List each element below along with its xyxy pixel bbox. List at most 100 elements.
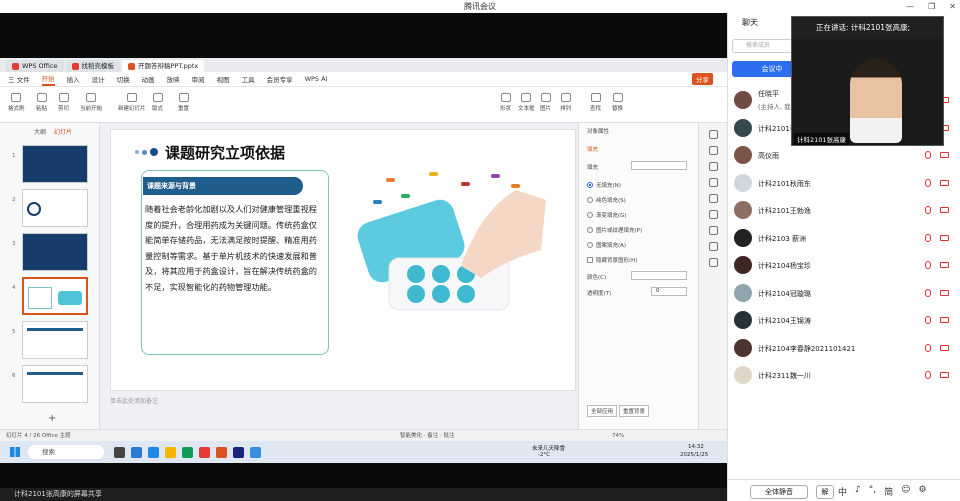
- premiere-icon[interactable]: [233, 446, 244, 458]
- camera-off-icon[interactable]: [940, 317, 949, 323]
- start-from-current-button[interactable]: 当前开始: [80, 93, 102, 112]
- mic-muted-icon[interactable]: [925, 151, 931, 159]
- camera-off-icon[interactable]: [940, 262, 949, 268]
- camera-off-icon[interactable]: [940, 234, 949, 241]
- member-row[interactable]: 计科2104王锦涛: [732, 307, 957, 331]
- format-painter-button[interactable]: 格式刷: [8, 93, 25, 112]
- camera-off-icon[interactable]: [940, 152, 949, 158]
- replace-button[interactable]: 替换: [612, 93, 623, 112]
- mic-muted-icon[interactable]: [925, 233, 931, 242]
- slide-thumb-2[interactable]: [22, 189, 88, 227]
- tab-templates[interactable]: 找稻壳模板: [65, 60, 121, 72]
- option-gradient-fill[interactable]: 渐变填充(G): [587, 211, 627, 219]
- slide-body-text[interactable]: 随着社会老龄化加剧以及人们对健康管理重视程度的提升，合理用药成为关键问题。传统药…: [145, 202, 325, 295]
- ime-voice[interactable]: ♪: [855, 485, 861, 498]
- link-icon[interactable]: [708, 210, 718, 219]
- ime-settings[interactable]: ⚙: [919, 485, 927, 498]
- slide-thumb-4[interactable]: [22, 277, 88, 315]
- mic-muted-icon[interactable]: [925, 206, 931, 214]
- pill-box-image[interactable]: [341, 170, 551, 340]
- layers-icon[interactable]: [708, 194, 718, 203]
- option-pattern-fill[interactable]: 图案填充(A): [587, 241, 626, 249]
- member-row[interactable]: 计科2104杨宝珍: [732, 252, 957, 276]
- taskbar-search[interactable]: 搜索: [28, 445, 104, 459]
- ime-punct[interactable]: °,: [869, 485, 876, 498]
- mic-muted-icon[interactable]: [925, 261, 931, 269]
- mic-muted-icon[interactable]: [925, 371, 931, 379]
- option-hide-background[interactable]: 隐藏背景图形(H): [587, 256, 637, 264]
- table-icon[interactable]: [708, 226, 718, 235]
- edge-icon[interactable]: [131, 446, 142, 458]
- menu-slideshow[interactable]: 放映: [167, 74, 180, 84]
- section-heading[interactable]: 课题来源与背景: [143, 177, 303, 195]
- tab-slides[interactable]: 幻灯片: [54, 127, 72, 136]
- all-mute-button[interactable]: 全体静音: [750, 485, 808, 499]
- cut-button[interactable]: 剪切: [58, 93, 69, 112]
- notes-placeholder[interactable]: 单击此处添加备注: [110, 396, 158, 405]
- camera-off-icon[interactable]: [940, 207, 949, 213]
- add-slide-button[interactable]: +: [48, 413, 56, 424]
- reset-background-button[interactable]: 重置背景: [619, 405, 650, 417]
- fill-select[interactable]: [631, 161, 687, 170]
- menu-home[interactable]: 开始: [41, 73, 55, 86]
- camera-off-icon[interactable]: [940, 289, 949, 296]
- member-row[interactable]: 计科2104冠璇璐: [732, 280, 957, 304]
- member-row[interactable]: 计科2101秋雨东: [732, 170, 957, 194]
- menu-transition[interactable]: 切换: [117, 74, 130, 84]
- wps-taskbar-icon[interactable]: [216, 446, 227, 458]
- slide-thumb-1[interactable]: [22, 145, 88, 183]
- tencent-meeting-icon[interactable]: [250, 446, 261, 458]
- share-button[interactable]: 分享: [692, 73, 713, 85]
- color-select[interactable]: [631, 271, 687, 280]
- picture-button[interactable]: 图片: [540, 93, 551, 112]
- help-icon[interactable]: [708, 258, 718, 267]
- transparency-input[interactable]: 0: [651, 287, 687, 296]
- camera-off-icon[interactable]: [940, 179, 949, 186]
- wechat-icon[interactable]: [182, 446, 193, 458]
- member-row[interactable]: 计科2104李春静2021101421: [732, 335, 957, 359]
- menu-animation[interactable]: 动画: [142, 74, 155, 84]
- slide-canvas[interactable]: 课题研究立项依据 课题来源与背景 随着社会老龄化加剧以及人们对健康管理重视程度的…: [100, 123, 586, 429]
- menu-tools[interactable]: 工具: [242, 74, 255, 84]
- member-row[interactable]: 计科2311魏一川: [732, 362, 957, 386]
- slide-thumb-3[interactable]: [22, 233, 88, 271]
- menu-review[interactable]: 审阅: [192, 74, 205, 84]
- ime-chinese[interactable]: 中: [838, 485, 847, 498]
- menu-insert[interactable]: 插入: [67, 74, 80, 84]
- new-slide-button[interactable]: 新建幻灯片: [118, 93, 146, 112]
- ime-simplified[interactable]: 简: [884, 485, 893, 498]
- close-button[interactable]: ✕: [949, 0, 956, 13]
- menu-wps-ai[interactable]: WPS AI: [305, 75, 328, 83]
- tab-wps-office[interactable]: WPS Office: [6, 60, 64, 72]
- find-button[interactable]: 查找: [590, 93, 601, 112]
- option-no-fill[interactable]: 无填充(N): [587, 181, 621, 189]
- option-picture-fill[interactable]: 图片或纹理填充(P): [587, 226, 642, 234]
- member-row[interactable]: 计科2101王勃逸: [732, 197, 957, 221]
- tab-outline[interactable]: 大纲: [34, 127, 46, 136]
- animation-icon[interactable]: [708, 162, 718, 171]
- style-icon[interactable]: [708, 146, 718, 155]
- mic-muted-icon[interactable]: [925, 178, 931, 187]
- slide-title[interactable]: 课题研究立项依据: [165, 142, 285, 163]
- textbox-button[interactable]: 文本框: [518, 93, 535, 112]
- menu-file[interactable]: 三 文件: [8, 74, 30, 84]
- folder-icon[interactable]: [165, 446, 176, 458]
- tab-fill[interactable]: 填充: [587, 145, 598, 153]
- menu-member[interactable]: 会员专享: [267, 74, 293, 84]
- crop-icon[interactable]: [708, 178, 718, 187]
- chart-icon[interactable]: [708, 242, 718, 251]
- speaker-video-window[interactable]: 正在讲话: 计科2101张高康; 计科2101张高康: [791, 16, 944, 146]
- mic-muted-icon[interactable]: [925, 288, 931, 297]
- unmute-all-button[interactable]: 解: [816, 485, 834, 499]
- tab-pptx-file[interactable]: 开题答辩稿PPT.pptx: [122, 60, 205, 72]
- member-row[interactable]: 计科2103 薪洲: [732, 225, 957, 249]
- menu-design[interactable]: 设计: [92, 74, 105, 84]
- apply-all-button[interactable]: 全部应用: [587, 405, 618, 417]
- mic-muted-icon[interactable]: [925, 316, 931, 324]
- shape-button[interactable]: 形状: [500, 93, 511, 112]
- mic-muted-icon[interactable]: [925, 343, 931, 352]
- current-slide[interactable]: 课题研究立项依据 课题来源与背景 随着社会老龄化加剧以及人们对健康管理重视程度的…: [110, 129, 576, 391]
- reset-button[interactable]: 重置: [178, 93, 189, 112]
- slide-thumb-6[interactable]: [22, 365, 88, 403]
- slide-thumb-5[interactable]: [22, 321, 88, 359]
